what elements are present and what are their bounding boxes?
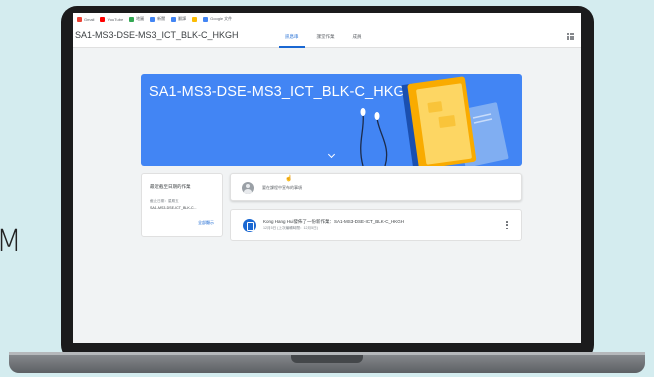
class-banner: SA1-MS3-DSE-MS3_ICT_BLK-C_HKGH bbox=[141, 74, 522, 166]
bookmark-drive[interactable] bbox=[192, 16, 198, 22]
bookmark-label: YouTube bbox=[107, 16, 124, 22]
bookmark-news[interactable]: 新聞 bbox=[150, 16, 165, 22]
translate-icon bbox=[171, 16, 177, 22]
gmail-icon bbox=[77, 16, 82, 22]
upcoming-item[interactable]: SA1-MS3-DSE-ICT_BLK-C... bbox=[150, 206, 197, 210]
bookmark-label: 新聞 bbox=[157, 16, 166, 21]
apps-grid-icon[interactable] bbox=[567, 33, 574, 40]
bookmark-label: Google 文件 bbox=[210, 16, 233, 21]
bookmark-gmail[interactable]: Gmail bbox=[77, 16, 95, 22]
upcoming-due: 截止日期：星期五 bbox=[150, 199, 179, 203]
laptop-screen: Gmail YouTube 地圖 新聞 翻譯 Google 文件 SA1-MS3… bbox=[73, 13, 581, 343]
edge-letter: M bbox=[0, 224, 22, 259]
assignment-icon bbox=[243, 219, 256, 232]
avatar bbox=[242, 182, 254, 194]
bookmark-label: 地圖 bbox=[136, 16, 145, 21]
post-title: Kong Hang Hui發佈了一份新作業：SA1-MS3-DSE-ICT_BL… bbox=[263, 219, 405, 224]
laptop-notch bbox=[291, 355, 363, 363]
class-tabs: 訊息串 課堂作業 成員 bbox=[279, 25, 362, 48]
upcoming-card: 最近截至日期的作業 截止日期：星期五 SA1-MS3-DSE-ICT_BLK-C… bbox=[141, 173, 223, 237]
more-options-icon[interactable] bbox=[506, 221, 508, 229]
upcoming-title: 最近截至日期的作業 bbox=[150, 184, 191, 189]
stream-post[interactable]: Kong Hang Hui發佈了一份新作業：SA1-MS3-DSE-ICT_BL… bbox=[230, 209, 522, 241]
view-all-link[interactable]: 全部顯示 bbox=[198, 220, 214, 226]
post-date: 12月5日 (上次編輯時間：12月5日) bbox=[263, 226, 318, 230]
tab-classwork[interactable]: 課堂作業 bbox=[317, 25, 335, 48]
docs-icon bbox=[203, 16, 209, 22]
announce-placeholder: 要在課程中宣布的事項 bbox=[262, 185, 302, 190]
bookmark-translate[interactable]: 翻譯 bbox=[171, 16, 186, 22]
tab-stream[interactable]: 訊息串 bbox=[279, 25, 304, 48]
bookmark-youtube[interactable]: YouTube bbox=[100, 16, 124, 22]
bookmark-maps[interactable]: 地圖 bbox=[129, 16, 144, 22]
tab-people[interactable]: 成員 bbox=[353, 25, 362, 48]
news-icon bbox=[150, 16, 156, 22]
bookmark-docs[interactable]: Google 文件 bbox=[203, 16, 232, 22]
classroom-header: SA1-MS3-DSE-MS3_ICT_BLK-C_HKGH 訊息串 課堂作業 … bbox=[73, 25, 581, 48]
bookmarks-bar: Gmail YouTube 地圖 新聞 翻譯 Google 文件 bbox=[73, 13, 581, 25]
pointer-cursor-icon: ☝ bbox=[285, 176, 293, 182]
bookmark-label: Gmail bbox=[84, 16, 95, 22]
announce-box[interactable]: ☝ 要在課程中宣布的事項 bbox=[230, 173, 522, 201]
maps-icon bbox=[129, 16, 135, 22]
bookmark-label: 翻譯 bbox=[178, 16, 187, 21]
youtube-icon bbox=[100, 16, 106, 22]
class-name-title[interactable]: SA1-MS3-DSE-MS3_ICT_BLK-C_HKGH bbox=[75, 30, 239, 40]
drive-icon bbox=[192, 16, 198, 22]
